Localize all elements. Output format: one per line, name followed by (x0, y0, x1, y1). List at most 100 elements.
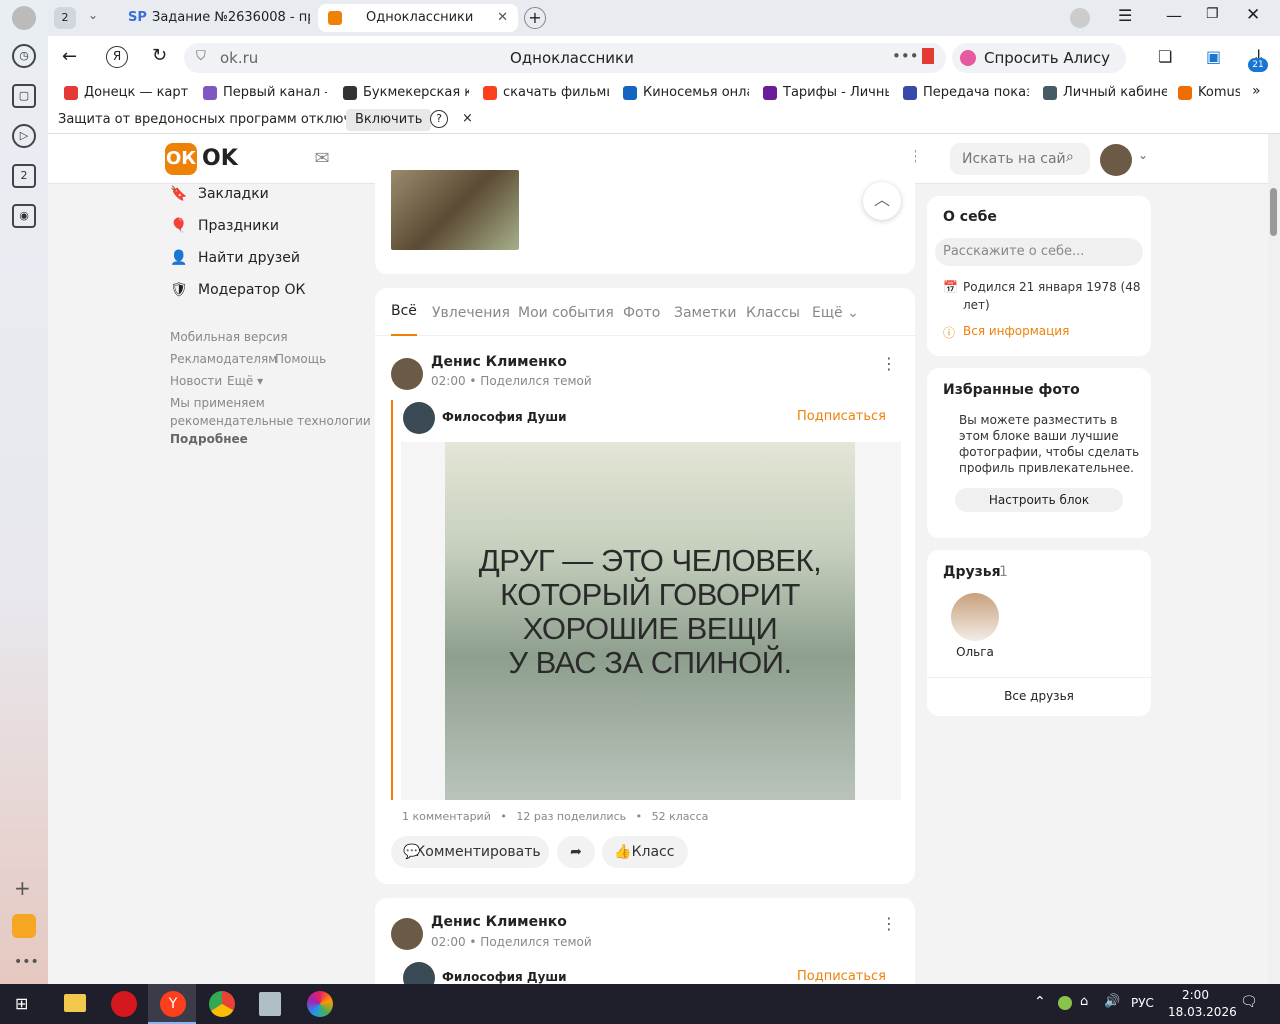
more-dots-icon[interactable]: ••• (892, 47, 919, 65)
tray-app-icon[interactable] (1058, 996, 1072, 1010)
clock-date[interactable]: 18.03.2026 (1168, 1005, 1237, 1019)
colorful-app-icon[interactable] (307, 991, 333, 1017)
group-avatar[interactable] (403, 962, 435, 984)
yandex-icon[interactable]: Я (106, 46, 128, 68)
restore-icon[interactable]: ❐ (1206, 6, 1219, 22)
details-link[interactable]: Подробнее (170, 432, 248, 446)
scrollbar-thumb[interactable] (1270, 188, 1277, 236)
address-field[interactable]: ⛉ ok.ru Одноклассники ••• (184, 43, 946, 73)
nav-moderator[interactable]: 🛡 Модератор ОК (170, 280, 305, 300)
tab-notes[interactable]: Заметки (674, 288, 736, 338)
enable-button[interactable]: Включить (346, 109, 432, 131)
nav-holidays[interactable]: 🎈 Праздники (170, 216, 279, 236)
comment-button[interactable]: 💬 Комментировать (391, 836, 549, 868)
group-avatar[interactable] (403, 402, 435, 434)
volume-icon[interactable]: 🔊 (1104, 994, 1120, 1009)
chevron-down-icon[interactable]: ⌄ (1138, 148, 1148, 162)
subscribe-link[interactable]: Подписаться (797, 969, 886, 984)
opera-icon[interactable] (111, 991, 137, 1017)
more-link[interactable]: Ещё ▾ (227, 374, 263, 388)
share-button[interactable]: ➦ (557, 836, 595, 868)
tab-all[interactable]: Всё (391, 288, 417, 336)
subscribe-link[interactable]: Подписаться (797, 409, 886, 424)
close-infobar-icon[interactable]: × (462, 111, 473, 126)
bookmark-item[interactable]: Первый канал — с (203, 84, 327, 102)
tab-classes[interactable]: Классы (746, 288, 800, 338)
all-friends-link[interactable]: Все друзья (927, 689, 1151, 703)
language-indicator[interactable]: РУС (1131, 996, 1154, 1010)
group-name[interactable]: Философия Души (442, 410, 567, 424)
collections-icon[interactable]: ▢ (12, 84, 36, 108)
advertisers-link[interactable]: Рекламодателям (170, 352, 277, 366)
like-button[interactable]: 👍 Класс (602, 836, 688, 868)
tab-hobbies[interactable]: Увлечения (432, 288, 510, 338)
friend-avatar[interactable] (951, 593, 999, 641)
bookmark-item[interactable]: Киносемья онлай (623, 84, 749, 102)
bookmark-item[interactable]: Komus (1178, 84, 1240, 102)
screenshot-icon[interactable]: ◉ (12, 204, 36, 228)
help-link[interactable]: Помощь (275, 352, 326, 366)
tab-group-count[interactable]: 2 (54, 7, 76, 29)
bookmark-item[interactable]: скачать фильмы 2 (483, 84, 609, 102)
history-icon[interactable]: ◷ (12, 44, 36, 68)
network-icon[interactable]: ⌂ (1080, 994, 1088, 1009)
close-tab-icon[interactable]: ✕ (497, 4, 508, 32)
bookmark-item[interactable]: Тарифы - Личный (763, 84, 889, 102)
mail-icon[interactable] (12, 914, 36, 938)
post-avatar[interactable] (391, 918, 423, 950)
search-icon[interactable]: ⌕ (1066, 149, 1074, 165)
cat-photo[interactable] (391, 170, 519, 250)
bookmark-flag-icon[interactable] (922, 48, 934, 64)
add-panel-icon[interactable]: + (14, 876, 31, 900)
tab-ok[interactable]: Одноклассники ✕ (318, 4, 518, 32)
extension-icon[interactable]: ▣ (1206, 47, 1221, 66)
nav-find-friends[interactable]: 👤 Найти друзей (170, 248, 300, 268)
account-icon[interactable] (1070, 8, 1090, 28)
messages-icon[interactable]: ✉ (311, 148, 333, 170)
likes-count[interactable]: 52 класса (652, 810, 709, 823)
news-link[interactable]: Новости (170, 374, 222, 388)
shares-count[interactable]: 12 раз поделились (516, 810, 626, 823)
notifications-icon[interactable]: 🗨 (1240, 994, 1258, 1010)
forest-quote-image[interactable]: ДРУГ — ЭТО ЧЕЛОВЕК, КОТОРЫЙ ГОВОРИТ ХОРО… (445, 442, 855, 800)
avatar[interactable] (1100, 144, 1132, 176)
comments-count[interactable]: 1 комментарий (402, 810, 491, 823)
configure-block-button[interactable]: Настроить блок (955, 488, 1123, 512)
tab-count-badge[interactable]: 2 (12, 164, 36, 188)
new-tab-button[interactable]: + (524, 7, 546, 29)
post-menu-icon[interactable]: ⋮ (881, 354, 897, 373)
profile-icon[interactable] (12, 6, 36, 30)
post-avatar[interactable] (391, 358, 423, 390)
minimize-icon[interactable]: — (1166, 6, 1182, 25)
explorer-icon[interactable] (64, 994, 86, 1012)
bookmark-item[interactable]: Личный кабинет (1043, 84, 1167, 102)
friends-title[interactable]: Друзья (943, 564, 1001, 580)
chevron-down-icon[interactable]: ⌄ (88, 8, 98, 22)
bookmark-item[interactable]: Донецк — карта, с (64, 84, 188, 102)
play-icon[interactable]: ▷ (12, 124, 36, 148)
reload-icon[interactable]: ↻ (152, 45, 167, 66)
bookmark-item[interactable]: Букмекерская кон (343, 84, 469, 102)
bookmark-item[interactable]: Передача показа (903, 84, 1029, 102)
tab-task[interactable]: SP Задание №2636008 - про (120, 4, 310, 32)
clock-time[interactable]: 2:00 (1182, 988, 1209, 1002)
post-author[interactable]: Денис Клименко (431, 354, 567, 370)
ok-logo-text[interactable]: OK (202, 146, 238, 171)
friend-name[interactable]: Ольга (951, 645, 999, 659)
reader-icon[interactable]: ❏ (1158, 47, 1172, 66)
page-scrollbar[interactable] (1268, 134, 1280, 984)
yandex-browser-icon[interactable]: Y (160, 991, 186, 1017)
chrome-icon[interactable] (209, 991, 235, 1017)
group-name[interactable]: Философия Души (442, 970, 567, 984)
all-info-link[interactable]: Вся информация (963, 324, 1069, 338)
scroll-up-button[interactable]: ︿ (863, 182, 901, 220)
mobile-version-link[interactable]: Мобильная версия (170, 330, 288, 344)
app-icon[interactable] (259, 992, 281, 1016)
close-window-icon[interactable]: ✕ (1246, 5, 1260, 25)
back-icon[interactable]: ← (62, 46, 77, 67)
post-author[interactable]: Денис Клименко (431, 914, 567, 930)
more-bookmarks-icon[interactable]: » (1252, 83, 1261, 99)
nav-bookmarks[interactable]: 🔖 Закладки (170, 184, 269, 204)
tab-more[interactable]: Ещё ⌄ (812, 288, 859, 338)
more-icon[interactable]: ••• (14, 954, 39, 970)
